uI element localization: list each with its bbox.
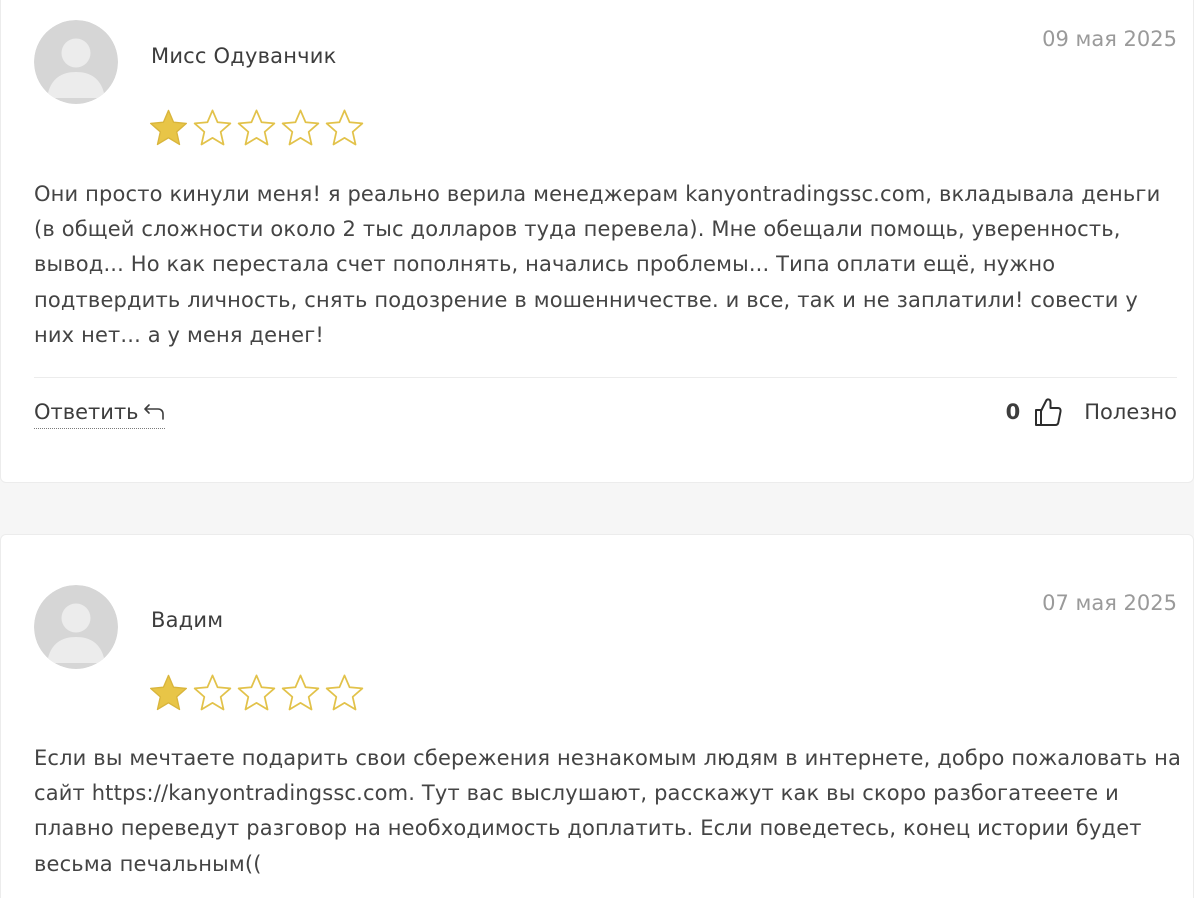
review-card: Вадим 07 мая 2025 Если вы мечтаете подар… bbox=[0, 534, 1194, 898]
user-silhouette-icon bbox=[34, 585, 118, 669]
star-icon bbox=[237, 674, 276, 711]
avatar bbox=[34, 585, 118, 669]
star-icon bbox=[237, 109, 276, 146]
thumbs-up-icon[interactable] bbox=[1034, 397, 1062, 427]
review-card: Мисс Одуванчик 09 мая 2025 Они просто ки… bbox=[0, 0, 1194, 483]
star-icon bbox=[193, 674, 232, 711]
review-author: Мисс Одуванчик bbox=[151, 44, 337, 68]
review-text: Если вы мечтаете подарить свои сбережени… bbox=[34, 746, 1182, 876]
avatar bbox=[34, 20, 118, 104]
review-author: Вадим bbox=[151, 608, 224, 632]
reply-arrow-icon bbox=[143, 404, 164, 420]
reply-button[interactable]: Ответить bbox=[34, 400, 165, 429]
star-icon bbox=[325, 109, 364, 146]
review-text: Они просто кинули меня! я реально верила… bbox=[34, 182, 1161, 347]
star-icon bbox=[149, 674, 188, 711]
star-icon bbox=[281, 109, 320, 146]
helpful-button[interactable]: Полезно bbox=[1084, 400, 1177, 424]
like-count: 0 bbox=[1005, 400, 1021, 424]
review-date: 07 мая 2025 bbox=[1042, 591, 1177, 615]
helpful-block: 0 Полезно bbox=[1006, 397, 1177, 427]
star-icon bbox=[325, 674, 364, 711]
star-rating bbox=[149, 673, 364, 712]
star-rating bbox=[149, 108, 364, 147]
divider bbox=[34, 377, 1177, 378]
star-icon bbox=[193, 109, 232, 146]
review-date: 09 мая 2025 bbox=[1042, 27, 1177, 51]
star-icon bbox=[149, 109, 188, 146]
user-silhouette-icon bbox=[34, 20, 118, 104]
star-icon bbox=[281, 674, 320, 711]
reply-label: Ответить bbox=[34, 400, 139, 424]
reviews-page: Мисс Одуванчик 09 мая 2025 Они просто ки… bbox=[0, 0, 1194, 898]
